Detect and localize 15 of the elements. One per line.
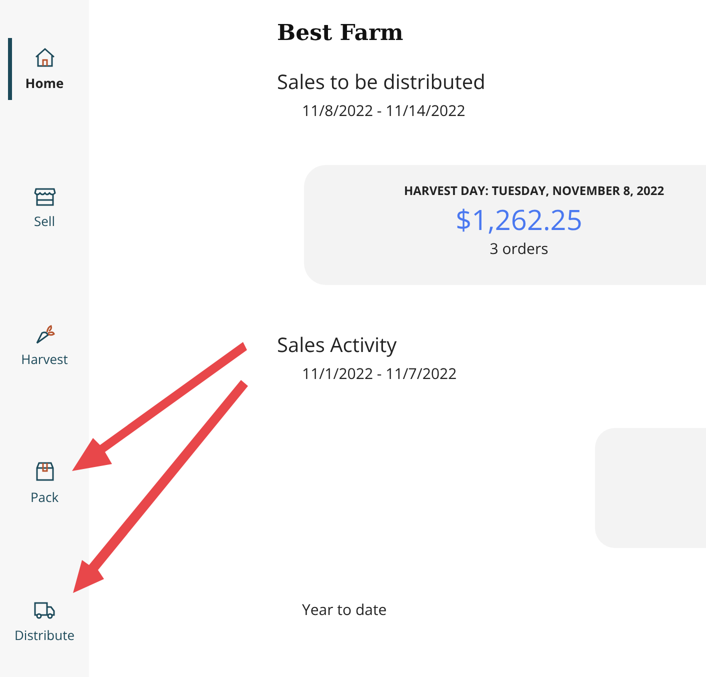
date-range: 11/1/2022 - 11/7/2022 [302,364,458,384]
sales-amount: $1,262.25 [456,201,582,239]
farm-title: Best Farm [277,20,404,46]
date-range: 11/8/2022 - 11/14/2022 [302,101,466,121]
year-to-date-label: Year to date [302,600,388,620]
house-icon [32,46,56,70]
section-heading: Sales Activity [277,331,398,358]
order-count: 3 orders [490,239,548,259]
card-title: HARVEST DAY: TUESDAY, NOVEMBER 8, 2022 [404,182,664,199]
sidebar-nav-item[interactable]: Home [8,38,77,100]
sidebar-nav-item[interactable]: Harvest [8,314,77,376]
sidebar-nav-item[interactable]: Sell [8,176,77,238]
sidebar-nav-item[interactable]: Pack [8,452,77,514]
section-heading: Sales to be distributed [277,68,486,95]
sidebar-nav-item[interactable]: Distribute [8,590,77,652]
